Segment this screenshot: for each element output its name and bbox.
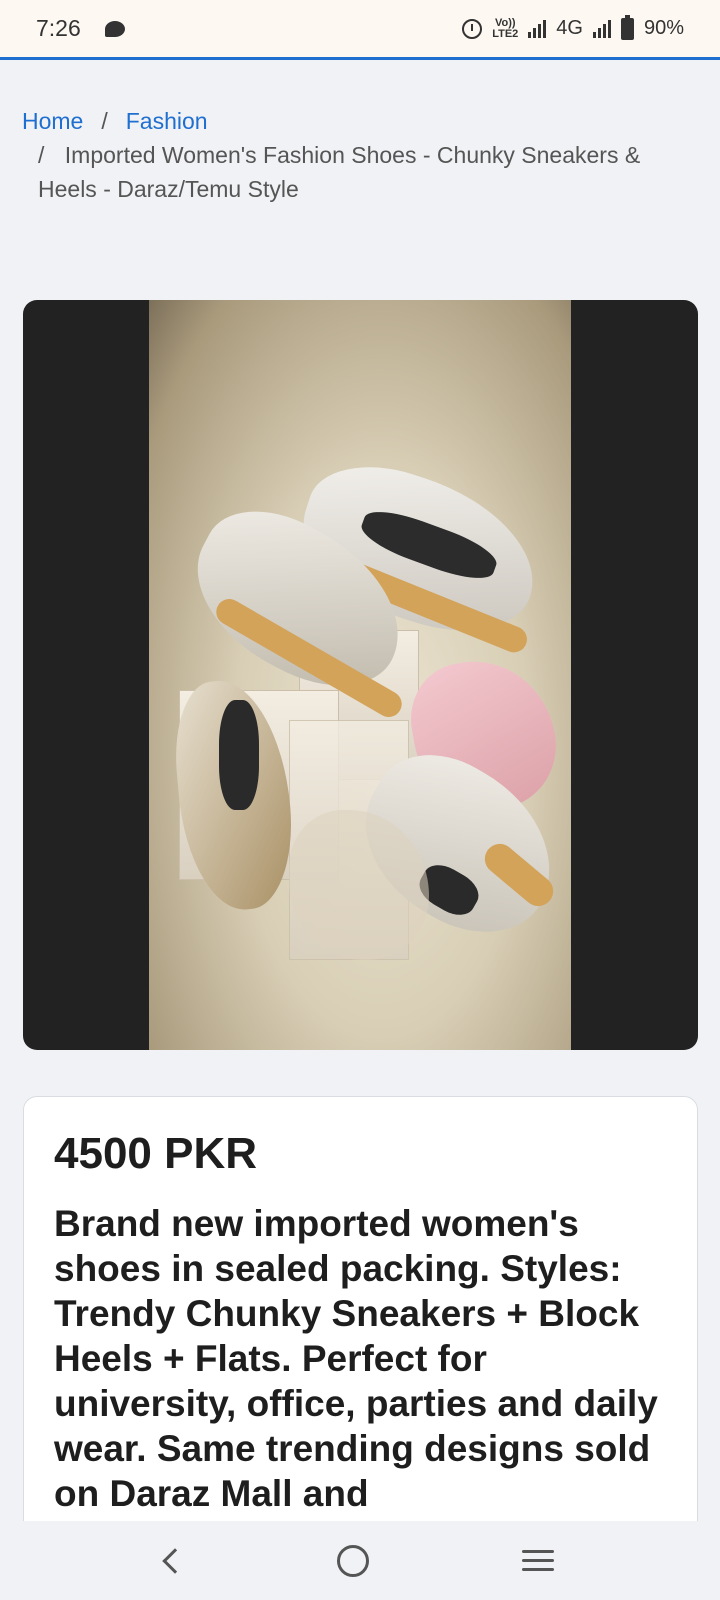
status-indicators: Vo)) LTE2 4G 90% bbox=[462, 14, 684, 40]
breadcrumb: Home / Fashion / Imported Women's Fashio… bbox=[22, 104, 682, 206]
volte-indicator: Vo)) LTE2 bbox=[492, 16, 519, 40]
breadcrumb-fashion-link[interactable]: Fashion bbox=[126, 104, 208, 138]
product-image-gallery[interactable] bbox=[23, 300, 698, 1050]
alarm-icon bbox=[462, 18, 483, 39]
breadcrumb-current-item: / Imported Women's Fashion Shoes - Chunk… bbox=[22, 138, 682, 206]
back-icon[interactable] bbox=[162, 1547, 189, 1574]
product-price: 4500 PKR bbox=[54, 1129, 258, 1178]
breadcrumb-separator: / bbox=[38, 142, 45, 168]
breadcrumb-separator: / bbox=[101, 108, 108, 134]
breadcrumb-current-label: Imported Women's Fashion Shoes - Chunky … bbox=[38, 142, 641, 202]
status-bar: 7:26 Vo)) LTE2 4G 90% bbox=[0, 0, 720, 60]
signal-strength-icon bbox=[528, 19, 547, 38]
home-icon[interactable] bbox=[336, 1544, 369, 1577]
product-description: Brand new imported women's shoes in seal… bbox=[54, 1203, 658, 1514]
volte-line2: LTE2 bbox=[492, 27, 519, 40]
product-photo bbox=[149, 300, 571, 1050]
system-navigation-bar bbox=[0, 1521, 720, 1600]
breadcrumb-home-link[interactable]: Home bbox=[22, 104, 83, 138]
battery-icon bbox=[620, 14, 634, 40]
network-type: 4G bbox=[556, 17, 583, 39]
volte-line1: Vo)) bbox=[494, 16, 516, 29]
message-notification-icon bbox=[104, 20, 125, 37]
recents-icon[interactable] bbox=[521, 1550, 554, 1571]
status-time: 7:26 bbox=[36, 15, 81, 41]
signal-strength-icon-2 bbox=[592, 19, 611, 38]
battery-percent: 90% bbox=[643, 17, 684, 39]
